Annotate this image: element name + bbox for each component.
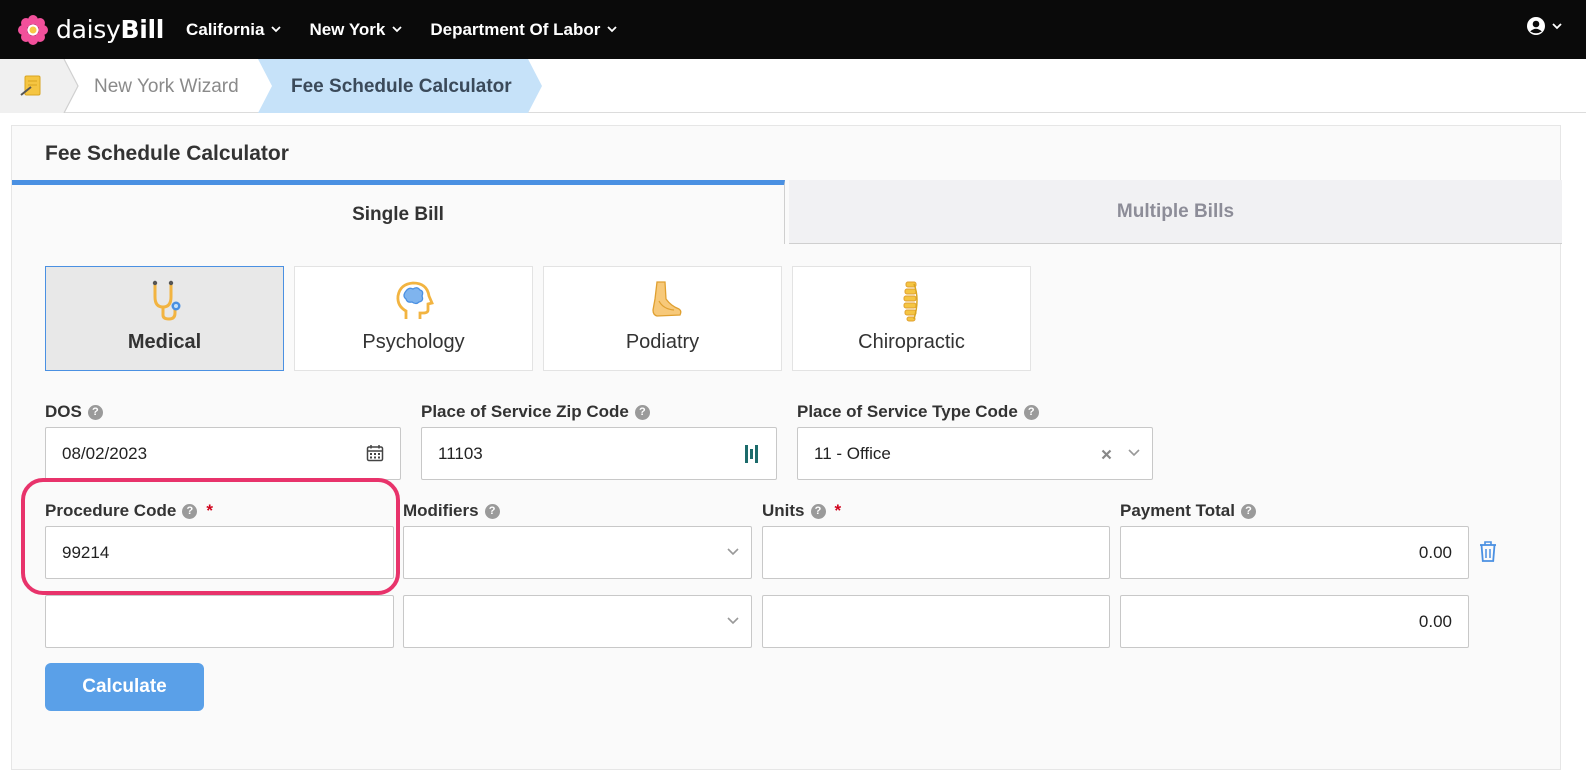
tab-single-bill-label: Single Bill	[352, 203, 444, 225]
spine-icon	[903, 281, 918, 322]
notepad-pencil-icon	[20, 75, 41, 96]
pos-type-value: 11 - Office	[814, 443, 891, 463]
payment-total-field: 0.00	[1120, 595, 1469, 648]
bill-type-label: Psychology	[362, 331, 465, 353]
nav-department-of-labor[interactable]: Department Of Labor	[430, 19, 618, 40]
modifiers-select[interactable]	[403, 526, 752, 579]
bill-type-label: Chiropractic	[858, 331, 965, 353]
chevron-down-icon	[1552, 22, 1562, 29]
help-icon[interactable]: ?	[484, 503, 500, 519]
nav-new-york[interactable]: New York	[309, 20, 402, 40]
brain-head-icon	[396, 281, 434, 319]
chevron-down-icon[interactable]	[727, 617, 739, 625]
chevron-down-icon	[271, 26, 282, 33]
bill-type-label: Medical	[127, 331, 202, 353]
dos-label: DOS?	[45, 402, 103, 422]
breadcrumb-active-label: Fee Schedule Calculator	[291, 76, 512, 97]
stethoscope-icon	[152, 280, 180, 321]
zip-field[interactable]: 11103	[421, 427, 777, 480]
page-title: Fee Schedule Calculator	[45, 142, 289, 165]
payment-total-value: 0.00	[1418, 542, 1452, 562]
help-icon[interactable]: ?	[810, 503, 826, 519]
logo-text: daisyBill	[56, 15, 165, 44]
bill-type-chiropractic[interactable]: Chiropractic	[792, 266, 1031, 371]
units-input[interactable]	[762, 595, 1110, 648]
user-avatar-icon	[1527, 17, 1545, 35]
required-mark: *	[834, 501, 842, 520]
tab-single-bill[interactable]: Single Bill	[12, 180, 785, 244]
nav-california[interactable]: California	[186, 19, 282, 40]
daisybill-logo[interactable]: daisyBill	[18, 14, 165, 45]
nav-california-label: California	[186, 19, 265, 39]
user-menu[interactable]	[1526, 16, 1562, 36]
calculate-button[interactable]: Calculate	[45, 663, 204, 711]
nav-new-york-label: New York	[309, 19, 386, 39]
payment-total-field: 0.00	[1120, 526, 1469, 579]
breadcrumb-separator	[63, 59, 79, 113]
bill-type-medical[interactable]: Medical	[45, 266, 284, 371]
zip-label: Place of Service Zip Code?	[421, 402, 650, 422]
help-icon[interactable]: ?	[1023, 404, 1039, 420]
trash-icon[interactable]	[1478, 540, 1498, 563]
chevron-down-icon	[392, 26, 402, 33]
breadcrumb: New York Wizard Fee Schedule Calculator	[0, 59, 1586, 113]
dos-value: 08/02/2023	[62, 443, 148, 463]
payment-total-value: 0.00	[1418, 611, 1452, 631]
nav-dol-label: Department Of Labor	[430, 19, 601, 39]
chevron-down-icon[interactable]	[1128, 449, 1140, 457]
units-label: Units? *	[762, 501, 842, 520]
zip-value: 11103	[438, 443, 483, 463]
password-manager-icon[interactable]	[744, 444, 760, 464]
dos-field[interactable]: 08/02/2023	[45, 427, 401, 480]
tab-multiple-bills-label: Multiple Bills	[1116, 200, 1235, 222]
procedure-code-highlight	[21, 478, 400, 595]
pos-type-select[interactable]: 11 - Office	[797, 427, 1153, 480]
breadcrumb-fee-schedule-calculator[interactable]: Fee Schedule Calculator	[258, 59, 542, 113]
modifiers-select[interactable]	[403, 595, 752, 648]
procedure-code-input[interactable]	[45, 595, 394, 648]
help-icon[interactable]: ?	[634, 404, 650, 420]
tab-multiple-bills[interactable]: Multiple Bills	[789, 180, 1562, 244]
units-input[interactable]	[762, 526, 1110, 579]
bill-type-podiatry[interactable]: Podiatry	[543, 266, 782, 371]
bill-type-label: Podiatry	[625, 331, 700, 353]
modifiers-label: Modifiers?	[403, 501, 500, 521]
pos-type-label: Place of Service Type Code?	[797, 402, 1039, 422]
help-icon[interactable]: ?	[87, 404, 103, 420]
help-icon[interactable]: ?	[1240, 503, 1256, 519]
calculator-card: Fee Schedule Calculator Single Bill Mult…	[11, 125, 1562, 770]
chevron-down-icon[interactable]	[727, 548, 739, 556]
clear-icon[interactable]	[1101, 449, 1112, 460]
calendar-icon[interactable]	[366, 444, 384, 462]
payment-total-label: Payment Total?	[1120, 501, 1256, 521]
top-nav: daisyBill California New York Department…	[0, 0, 1586, 59]
breadcrumb-home[interactable]	[0, 59, 64, 113]
bill-type-psychology[interactable]: Psychology	[294, 266, 533, 371]
chevron-down-icon	[607, 26, 618, 33]
foot-icon	[651, 281, 681, 317]
daisy-flower-icon	[18, 14, 48, 45]
breadcrumb-new-york-wizard[interactable]: New York Wizard	[94, 76, 239, 98]
